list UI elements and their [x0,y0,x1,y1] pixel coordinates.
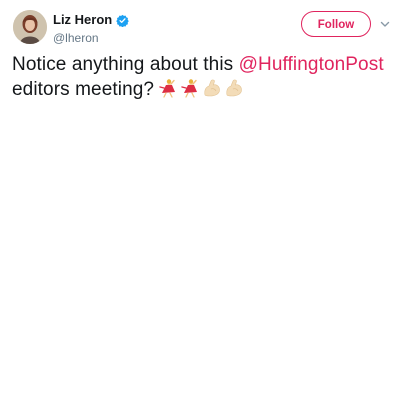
dancer-emoji-icon [180,78,200,98]
dancer-emoji-icon [158,78,178,98]
flexed-biceps-emoji-icon [202,78,222,98]
mention-link[interactable]: @HuffingtonPost [239,54,384,75]
tweet-card: Liz Heron @lheron Follow Notice anything… [0,0,403,400]
verified-badge-icon [116,14,130,27]
tweet-text: Notice anything about this @HuffingtonPo… [12,52,391,102]
emoji-group [158,78,244,98]
follow-button[interactable]: Follow [301,11,371,37]
chevron-down-icon[interactable] [379,17,391,29]
tweet-text-end: editors meeting? [12,79,155,100]
user-names: Liz Heron @lheron [53,11,130,46]
avatar[interactable] [13,10,47,44]
flexed-biceps-emoji-icon [224,78,244,98]
display-name[interactable]: Liz Heron [53,12,112,28]
user-handle[interactable]: @lheron [53,30,129,46]
tweet-text-start: Notice anything about this [12,54,239,75]
display-name-row[interactable]: Liz Heron [53,12,130,28]
tweet-header: Liz Heron @lheron Follow [12,8,391,48]
